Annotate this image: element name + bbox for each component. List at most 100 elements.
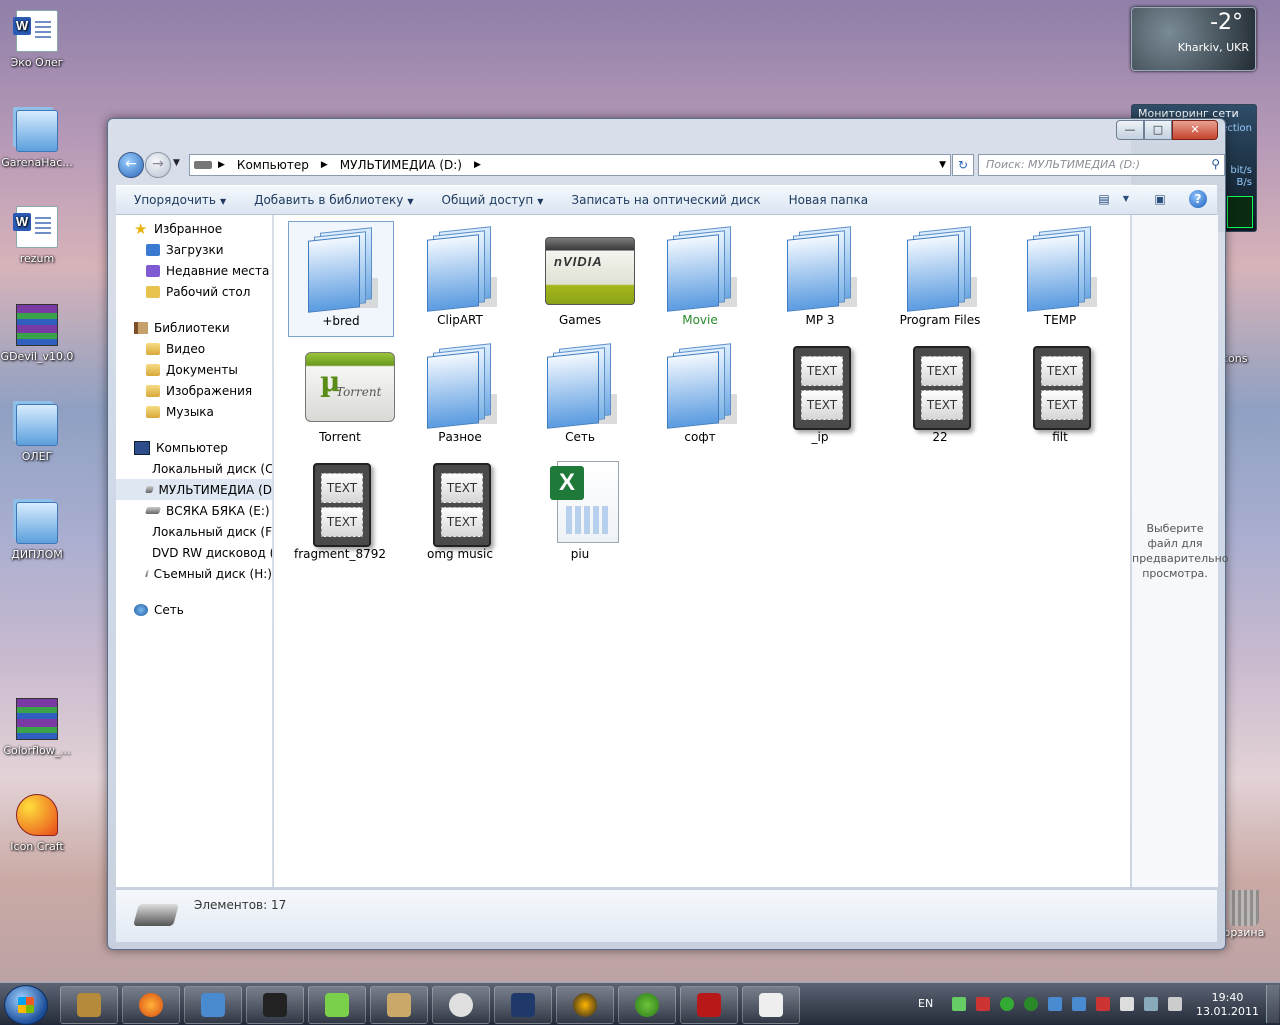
nav-item-recent[interactable]: Недавние места	[116, 260, 272, 281]
language-indicator[interactable]: EN	[918, 997, 933, 1010]
nav-item-drive-f[interactable]: Локальный диск (F:	[116, 521, 272, 542]
nav-item-documents[interactable]: Документы	[116, 359, 272, 380]
desktop-icon-icon-craft[interactable]: Icon Craft	[0, 794, 74, 853]
file-item[interactable]: TEMP	[1008, 221, 1112, 335]
recent-pages-dropdown[interactable]: ▼	[173, 158, 180, 168]
nav-favorites-header[interactable]: ★ Избранное	[116, 218, 272, 239]
search-box[interactable]: Поиск: МУЛЬТИМЕДИА (D:) ⚲	[978, 154, 1225, 176]
file-item[interactable]: TEXT TEXT omg music	[408, 455, 512, 569]
nav-item-pictures[interactable]: Изображения	[116, 380, 272, 401]
preview-pane-icon[interactable]: ▣	[1151, 190, 1169, 208]
taskbar-app-agh[interactable]	[494, 986, 552, 1024]
desktop-icon-garena[interactable]: GarenaHac...	[0, 110, 74, 169]
desktop-icon-oleg[interactable]: ОЛЕГ	[0, 404, 74, 463]
nav-libraries-header[interactable]: Библиотеки	[116, 317, 272, 338]
desktop-icon-gdevil[interactable]: GDevil_v10.0	[0, 304, 74, 363]
nav-computer-header[interactable]: Компьютер	[116, 437, 272, 458]
tray-icon[interactable]	[952, 997, 966, 1011]
search-icon[interactable]: ⚲	[1211, 157, 1220, 171]
nav-item-downloads[interactable]: Загрузки	[116, 239, 272, 260]
tray-icon[interactable]	[1072, 997, 1086, 1011]
refresh-button[interactable]: ↻	[952, 154, 974, 176]
new-folder-button[interactable]: Новая папка	[775, 193, 882, 207]
nav-item-dvd[interactable]: DVD RW дисковод (	[116, 542, 272, 563]
clock[interactable]: 19:40 13.01.2011	[1196, 991, 1259, 1019]
back-button[interactable]: ←	[118, 152, 144, 178]
chevron-right-icon[interactable]: ▶	[315, 160, 334, 170]
tray-icon[interactable]	[976, 997, 990, 1011]
view-dropdown-icon[interactable]: ▼	[1121, 190, 1131, 208]
nav-item-removable[interactable]: Съемный диск (H:)	[116, 563, 272, 584]
file-item[interactable]: TEXT TEXT 22	[888, 338, 992, 452]
breadcrumb-computer[interactable]: Компьютер	[231, 158, 315, 172]
file-item[interactable]: TEXT TEXT _ip	[768, 338, 872, 452]
weather-gadget[interactable]: -2° Kharkiv, UKR	[1131, 7, 1256, 71]
address-dropdown-icon[interactable]: ▼	[939, 160, 946, 170]
file-item[interactable]: Разное	[408, 338, 512, 452]
taskbar-calendar[interactable]	[742, 986, 800, 1024]
file-item[interactable]: Movie	[648, 221, 752, 335]
nav-item-drive-e[interactable]: ВСЯКА БЯКА (E:)	[116, 500, 272, 521]
forward-button[interactable]: →	[145, 152, 171, 178]
file-item[interactable]: µ Torrent Torrent	[288, 338, 395, 452]
taskbar-app-ac[interactable]	[184, 986, 242, 1024]
file-item[interactable]: nVIDIA Games	[528, 221, 635, 335]
taskbar-app-headset[interactable]	[432, 986, 490, 1024]
minimize-button[interactable]: —	[1116, 120, 1144, 140]
desktop-icon-eko-oleg[interactable]: Эко Олег	[0, 10, 74, 69]
help-icon[interactable]: ?	[1189, 190, 1207, 208]
tray-icon[interactable]	[1048, 997, 1062, 1011]
taskbar-counter-strike[interactable]	[370, 986, 428, 1024]
nav-item-desktop[interactable]: Рабочий стол	[116, 281, 272, 302]
file-item[interactable]: ClipART	[408, 221, 512, 335]
close-button[interactable]: ✕	[1172, 120, 1218, 140]
tray-icon[interactable]	[1096, 997, 1110, 1011]
desktop-icon-colorflow[interactable]: Colorflow_...	[0, 698, 74, 757]
tray-icon[interactable]	[1000, 997, 1014, 1011]
taskbar-garena[interactable]	[680, 986, 738, 1024]
address-bar[interactable]: ▶ Компьютер ▶ МУЛЬТИМЕДИА (D:) ▶ ▼	[189, 154, 951, 176]
file-item[interactable]: Program Files	[888, 221, 992, 335]
maximize-button[interactable]: □	[1144, 120, 1172, 140]
chevron-right-icon[interactable]: ▶	[468, 160, 487, 170]
folder-icon	[543, 343, 617, 429]
text-file-icon: TEXT TEXT	[903, 344, 977, 430]
organize-button[interactable]: Упорядочить ▼	[116, 193, 240, 207]
text-file-label: TEXT	[921, 356, 963, 386]
breadcrumb-drive[interactable]: МУЛЬТИМЕДИА (D:)	[334, 158, 468, 172]
taskbar-app-mask[interactable]	[246, 986, 304, 1024]
volume-icon[interactable]	[1168, 997, 1182, 1011]
taskbar-explorer[interactable]	[60, 986, 118, 1024]
file-item[interactable]: +bred	[288, 221, 394, 337]
burn-button[interactable]: Записать на оптический диск	[557, 193, 774, 207]
taskbar-aimp[interactable]	[556, 986, 614, 1024]
taskbar-firefox[interactable]	[122, 986, 180, 1024]
show-desktop-button[interactable]	[1266, 985, 1279, 1023]
desktop-icon-rezum[interactable]: rezum	[0, 206, 74, 265]
search-input[interactable]: Поиск: МУЛЬТИМЕДИА (D:)	[986, 158, 1140, 171]
flag-icon[interactable]	[1120, 997, 1134, 1011]
new-folder-label: Новая папка	[788, 193, 869, 207]
share-button[interactable]: Общий доступ ▼	[428, 193, 558, 207]
file-item[interactable]: TEXT TEXT fragment_8792	[288, 455, 392, 569]
nav-item-music[interactable]: Музыка	[116, 401, 272, 422]
add-to-library-button[interactable]: Добавить в библиотеку ▼	[240, 193, 427, 207]
start-button[interactable]	[4, 985, 48, 1025]
utorrent-tray-icon[interactable]	[1024, 997, 1038, 1011]
taskbar-utorrent[interactable]	[618, 986, 676, 1024]
nav-item-video[interactable]: Видео	[116, 338, 272, 359]
change-view-icon[interactable]: ▤	[1095, 190, 1113, 208]
desktop-icon-diplom[interactable]: ДИПЛОМ	[0, 502, 74, 561]
network-tray-icon[interactable]	[1144, 997, 1158, 1011]
file-item[interactable]: MP 3	[768, 221, 872, 335]
nav-network-header[interactable]: Сеть	[116, 599, 272, 620]
file-item[interactable]: Сеть	[528, 338, 632, 452]
nav-item-drive-d[interactable]: МУЛЬТИМЕДИА (D	[116, 479, 272, 500]
taskbar-app-green[interactable]	[308, 986, 366, 1024]
chevron-right-icon[interactable]: ▶	[212, 160, 231, 170]
file-item[interactable]: Xpiu	[528, 455, 632, 569]
desktop-icon-partial-cons[interactable]: cons	[1222, 352, 1262, 365]
nav-item-drive-c[interactable]: Локальный диск (C	[116, 458, 272, 479]
file-item[interactable]: TEXT TEXT filt	[1008, 338, 1112, 452]
file-item[interactable]: софт	[648, 338, 752, 452]
